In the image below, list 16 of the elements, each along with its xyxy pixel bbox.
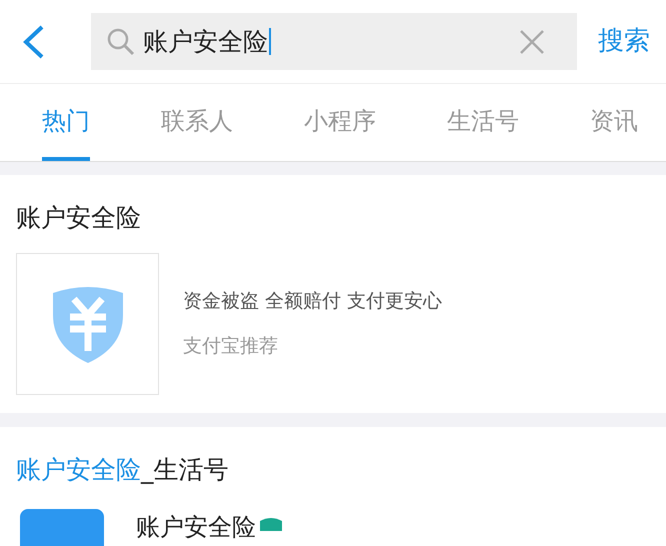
result-title: 账户安全险 [16,202,142,234]
search-icon [107,28,135,56]
result-description: 资金被盗 全额赔付 支付更安心 [183,289,442,314]
search-button[interactable]: 搜索 [598,22,650,61]
result-thumbnail[interactable] [16,252,159,394]
avatar[interactable] [20,508,104,546]
clear-icon[interactable] [519,28,545,54]
tab[interactable]: 小程序 [304,84,376,161]
tab[interactable]: 资讯 [590,84,638,161]
result-source: 支付宝推荐 [183,334,279,358]
verified-icon [260,516,282,530]
item-name[interactable]: 账户安全险 [136,512,256,542]
tab[interactable]: 联系人 [161,84,233,161]
tab[interactable]: 生活号 [447,84,519,161]
section-title: 账户安全险_生活号 [16,454,230,486]
search-field[interactable]: 账户安全险 [91,13,577,70]
